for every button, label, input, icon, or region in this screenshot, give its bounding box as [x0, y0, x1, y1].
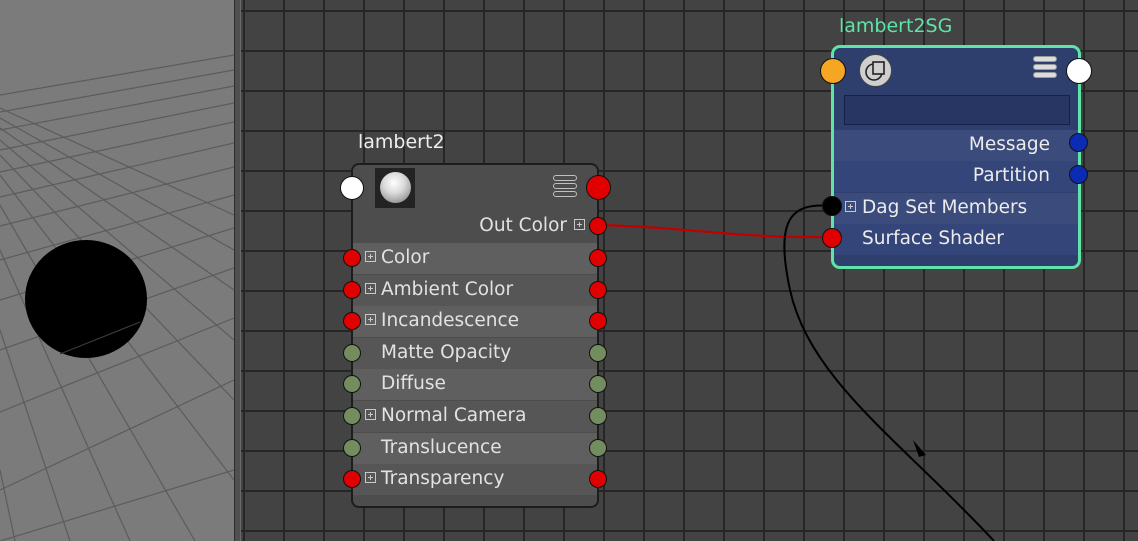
sphere-preview-icon — [380, 172, 411, 203]
translucence-output-plug[interactable] — [589, 438, 607, 457]
color-label: Color — [381, 247, 430, 268]
normal-camera-expand-icon[interactable] — [365, 409, 376, 420]
ambient-color-label: Ambient Color — [381, 278, 514, 300]
partition-label: Partition — [972, 165, 1050, 186]
attribute-row-diffuse[interactable]: Diffuse — [353, 369, 597, 401]
transparency-label: Transparency — [381, 468, 505, 490]
attribute-row-matte-opacity[interactable]: Matte Opacity — [353, 337, 597, 369]
color-input-plug[interactable] — [343, 249, 361, 267]
connection-direction-arrow — [913, 440, 926, 457]
connection-outcolor-surfaceshader[interactable] — [597, 223, 833, 239]
lambert2-input-plug[interactable] — [340, 176, 364, 200]
lambert2sg-node[interactable]: Message Partition Dag Set Members Surfac… — [831, 45, 1081, 269]
lambert2sg-node-title[interactable]: lambert2SG — [839, 15, 952, 37]
sg-name-field[interactable] — [844, 95, 1070, 125]
attribute-row-transparency[interactable]: Transparency — [353, 464, 597, 496]
shading-group-icon — [859, 54, 892, 87]
sg-output-plug[interactable] — [1066, 58, 1092, 84]
normal-camera-input-plug[interactable] — [343, 407, 361, 425]
sg-input-plug[interactable] — [820, 58, 846, 84]
ambient-color-output-plug[interactable] — [589, 280, 607, 299]
sg-row-surface-shader[interactable]: Surface Shader — [834, 224, 1078, 255]
ambient-color-expand-icon[interactable] — [365, 282, 376, 294]
attribute-row-normal-camera[interactable]: Normal Camera — [353, 401, 597, 432]
sg-node-menu-icon[interactable] — [1033, 56, 1057, 80]
dag-set-members-input-plug[interactable] — [822, 196, 842, 216]
incandescence-label: Incandescence — [381, 310, 520, 332]
sg-row-dag-set-members[interactable]: Dag Set Members — [834, 193, 1078, 224]
lambert2-node[interactable]: Out Color Color Ambient Color Incandescenc… — [351, 163, 599, 508]
sg-row-partition[interactable]: Partition — [834, 161, 1078, 192]
out-color-label: Out Color — [479, 215, 567, 236]
matte-opacity-input-plug[interactable] — [343, 343, 361, 362]
lambert2-output-plug[interactable] — [586, 175, 611, 200]
attribute-row-translucence[interactable]: Translucence — [353, 432, 597, 464]
matte-opacity-output-plug[interactable] — [589, 343, 607, 362]
incandescence-expand-icon[interactable] — [365, 314, 376, 326]
output-row-out-color[interactable]: Out Color — [353, 211, 597, 242]
diffuse-label: Diffuse — [381, 373, 446, 395]
normal-camera-output-plug[interactable] — [589, 407, 607, 425]
message-output-plug[interactable] — [1069, 133, 1088, 152]
dag-set-members-expand-icon[interactable] — [845, 201, 856, 212]
attribute-row-ambient-color[interactable]: Ambient Color — [353, 274, 597, 306]
partition-output-plug[interactable] — [1069, 165, 1088, 184]
color-output-plug[interactable] — [589, 249, 607, 267]
dag-set-members-label: Dag Set Members — [862, 197, 1028, 218]
out-color-expand-icon[interactable] — [574, 219, 585, 230]
attribute-row-color[interactable]: Color — [353, 243, 597, 274]
node-menu-icon[interactable] — [553, 175, 577, 199]
out-color-output-plug[interactable] — [589, 217, 607, 235]
ambient-color-input-plug[interactable] — [343, 280, 361, 299]
normal-camera-label: Normal Camera — [381, 405, 527, 426]
translucence-input-plug[interactable] — [343, 438, 361, 457]
surface-shader-label: Surface Shader — [862, 228, 1004, 249]
surface-shader-input-plug[interactable] — [822, 228, 842, 248]
attribute-row-incandescence[interactable]: Incandescence — [353, 306, 597, 338]
color-expand-icon[interactable] — [365, 251, 376, 262]
message-label: Message — [968, 134, 1050, 155]
material-swatch — [375, 168, 415, 208]
lambert2-node-title[interactable]: lambert2 — [358, 131, 445, 153]
transparency-expand-icon[interactable] — [365, 472, 376, 484]
translucence-label: Translucence — [381, 436, 502, 458]
sg-row-message[interactable]: Message — [834, 130, 1078, 161]
matte-opacity-label: Matte Opacity — [381, 341, 512, 363]
